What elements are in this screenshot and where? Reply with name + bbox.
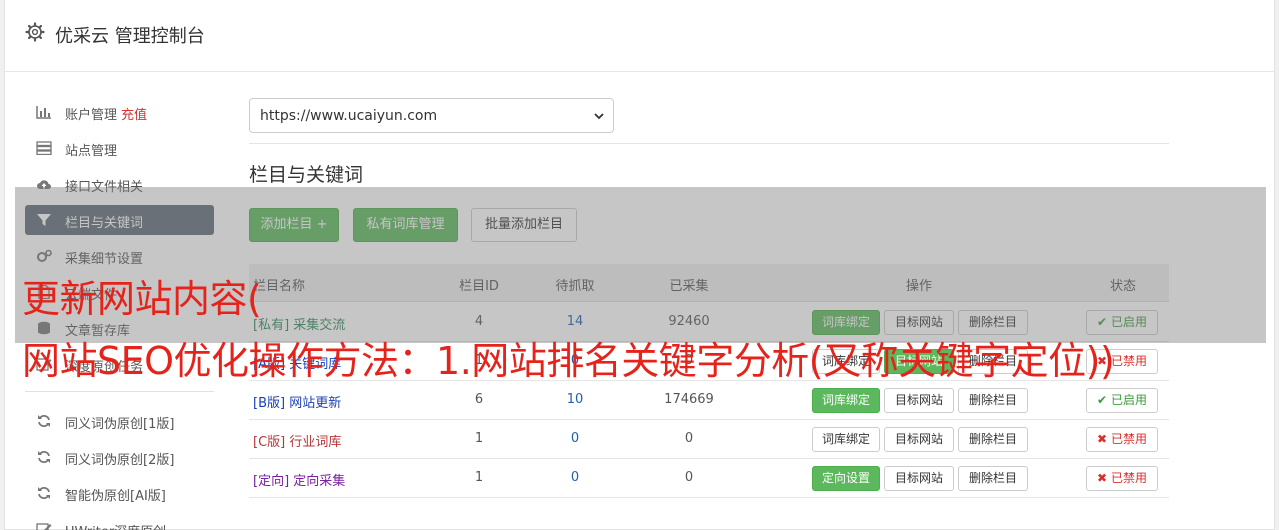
table-row: [C版] 行业词库 1 0 0 词库绑定 目标网站 删除栏目 ✖ 已禁用: [249, 420, 1169, 459]
status-toggle[interactable]: ✔ 已启用: [1086, 388, 1158, 413]
status-label: 已禁用: [1110, 432, 1147, 446]
status-label: 已启用: [1110, 393, 1147, 407]
header: 优采云 管理控制台: [5, 0, 1274, 72]
recharge-link[interactable]: 充值: [121, 108, 147, 123]
sidebar-item-synonym-v1[interactable]: 同义词伪原创[1版]: [25, 406, 214, 436]
refresh-icon: [38, 487, 50, 499]
table-row: [定向] 定向采集 1 0 0 定向设置 目标网站 删除栏目 ✖ 已禁用: [249, 459, 1169, 498]
pending-count[interactable]: 10: [543, 392, 607, 407]
section-title: 栏目与关键词: [249, 164, 364, 186]
bind-lexicon-button[interactable]: 词库绑定: [812, 427, 880, 452]
column-tag: [B版]: [253, 396, 286, 411]
sidebar-item-label: 智能伪原创[AI版]: [65, 489, 166, 504]
column-name: 行业词库: [289, 435, 342, 450]
column-id: 1: [474, 431, 484, 446]
page-title: 优采云 管理控制台: [55, 26, 205, 47]
edit-icon: [36, 523, 52, 530]
sidebar-item-uwriter[interactable]: UWriter深度原创: [25, 514, 214, 530]
delete-column-button[interactable]: 删除栏目: [958, 427, 1028, 452]
column-name-cell[interactable]: [C版] 行业词库: [253, 431, 341, 450]
column-name: 网站更新: [289, 396, 342, 411]
target-site-button[interactable]: 目标网站: [884, 388, 954, 413]
bind-lexicon-button[interactable]: 定向设置: [812, 466, 880, 491]
status-toggle[interactable]: ✖ 已禁用: [1086, 427, 1158, 452]
pending-count[interactable]: 0: [543, 431, 607, 446]
column-tag: [C版]: [253, 435, 286, 450]
target-site-button[interactable]: 目标网站: [884, 427, 954, 452]
close-icon: ✖: [1097, 432, 1108, 446]
watermark-line-2: 网站SEO优化操作方法：1.网站排名关键字分析(又称关键字定位)): [22, 339, 1115, 383]
table-row: [B版] 网站更新 6 10 174669 词库绑定 目标网站 删除栏目 ✔ 已启用: [249, 381, 1169, 420]
sidebar-divider: [25, 391, 214, 392]
column-id: 6: [474, 392, 484, 407]
watermark-line-1: 更新网站内容(: [22, 277, 262, 321]
sidebar-item-account[interactable]: 账户管理 充值: [25, 97, 214, 127]
collected-count: 0: [684, 470, 694, 485]
server-icon: [36, 141, 52, 155]
close-icon: ✖: [1097, 471, 1108, 485]
sidebar-item-sites[interactable]: 站点管理: [25, 133, 214, 163]
collected-count: 174669: [664, 392, 714, 407]
sidebar-item-label: 同义词伪原创[1版]: [65, 417, 175, 432]
column-name-cell[interactable]: [定向] 定向采集: [253, 470, 345, 489]
bind-lexicon-button[interactable]: 词库绑定: [812, 388, 880, 413]
refresh-icon: [38, 451, 50, 463]
delete-column-button[interactable]: 删除栏目: [958, 388, 1028, 413]
status-label: 已禁用: [1110, 471, 1147, 485]
sidebar-item-label: 同义词伪原创[2版]: [65, 453, 175, 468]
site-select[interactable]: https://www.ucaiyun.com: [249, 98, 614, 133]
column-name: 定向采集: [293, 474, 346, 489]
sidebar-item-ai-rewrite[interactable]: 智能伪原创[AI版]: [25, 478, 214, 508]
chevron-down-icon: [594, 113, 604, 120]
status-toggle[interactable]: ✖ 已禁用: [1086, 466, 1158, 491]
sidebar-item-label: 站点管理: [65, 144, 118, 159]
column-tag: [定向]: [253, 474, 290, 489]
delete-column-button[interactable]: 删除栏目: [958, 466, 1028, 491]
sidebar-item-label: 账户管理: [65, 108, 118, 123]
sidebar-item-synonym-v2[interactable]: 同义词伪原创[2版]: [25, 442, 214, 472]
status-label: 已禁用: [1110, 354, 1147, 368]
gear-icon: [25, 22, 45, 42]
column-name-cell[interactable]: [B版] 网站更新: [253, 392, 341, 411]
site-select-value: https://www.ucaiyun.com: [260, 108, 438, 124]
target-site-button[interactable]: 目标网站: [884, 466, 954, 491]
check-icon: ✔: [1097, 393, 1108, 407]
pending-count[interactable]: 0: [543, 470, 607, 485]
refresh-icon: [38, 415, 50, 427]
bar-chart-icon: [36, 106, 51, 119]
sidebar-item-label: UWriter深度原创: [65, 521, 166, 530]
column-id: 1: [474, 470, 484, 485]
collected-count: 0: [684, 431, 694, 446]
divider: [249, 143, 1169, 144]
